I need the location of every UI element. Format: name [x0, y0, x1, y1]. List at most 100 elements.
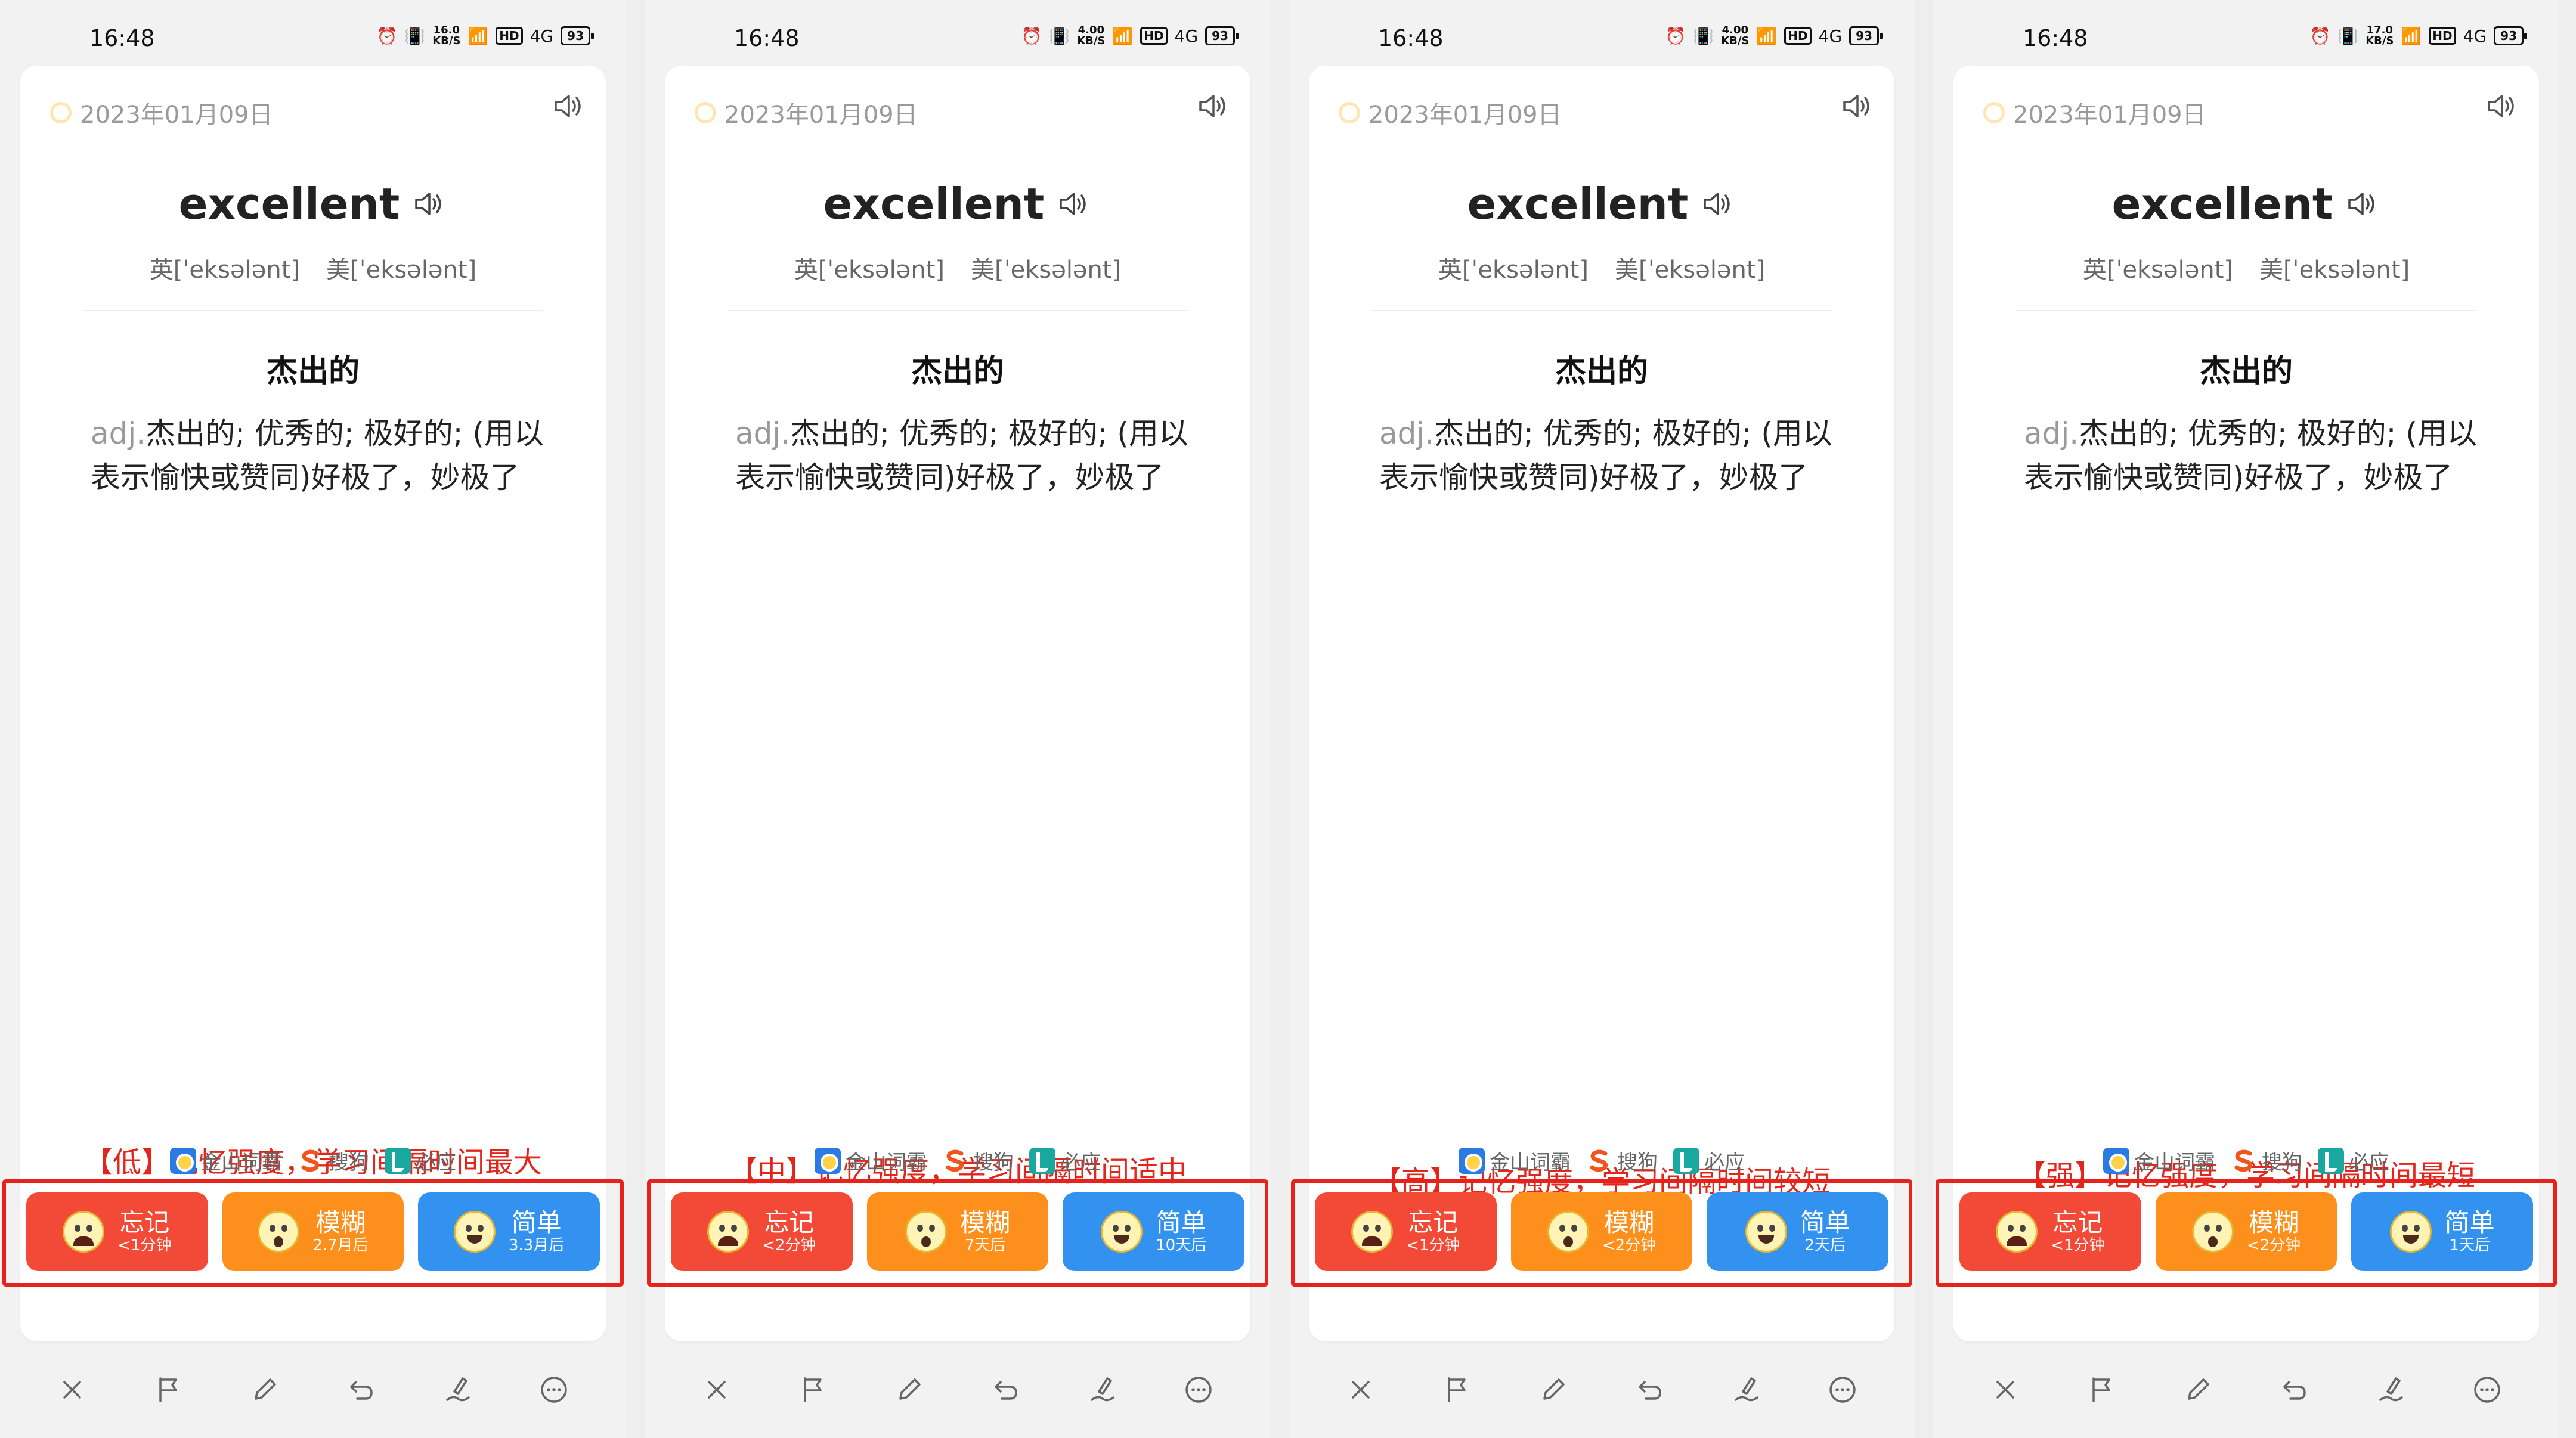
- part-of-speech: adj.: [2024, 416, 2079, 451]
- source-sogou[interactable]: 搜狗: [1586, 1146, 1658, 1175]
- definition: adj.杰出的; 优秀的; 极好的; (用以表示愉快或赞同)好极了，妙极了: [735, 411, 1191, 500]
- close-button[interactable]: [1340, 1369, 1382, 1411]
- smile-face-icon: [2389, 1211, 2432, 1253]
- edit-button[interactable]: [1532, 1369, 1574, 1411]
- forget-button[interactable]: 忘记 <1分钟: [1959, 1192, 2141, 1271]
- phonetic-us[interactable]: 美[ˈeksələnt]: [971, 250, 1121, 285]
- sad-face-icon: [63, 1211, 105, 1253]
- edit-button[interactable]: [888, 1369, 930, 1411]
- speaker-icon[interactable]: [552, 92, 584, 120]
- handwrite-button[interactable]: [2370, 1369, 2411, 1411]
- sad-face-icon: [1996, 1211, 2038, 1253]
- fuzzy-button[interactable]: 模糊 2.7月后: [222, 1192, 404, 1271]
- definition: adj.杰出的; 优秀的; 极好的; (用以表示愉快或赞同)好极了，妙极了: [91, 411, 546, 500]
- speaker-icon[interactable]: [2485, 92, 2518, 120]
- undo-button[interactable]: [985, 1369, 1027, 1411]
- hd-badge: HD: [496, 27, 523, 45]
- close-button[interactable]: [1984, 1369, 2026, 1411]
- forget-button[interactable]: 忘记 <1分钟: [26, 1192, 208, 1271]
- battery-icon: 93: [561, 26, 594, 45]
- edit-button[interactable]: [2177, 1369, 2219, 1411]
- bottom-toolbar: [1933, 1357, 2559, 1422]
- more-button[interactable]: [533, 1369, 575, 1411]
- more-button[interactable]: [1822, 1369, 1863, 1411]
- source-jinshan[interactable]: 金山词霸: [170, 1146, 282, 1175]
- handwrite-icon: [1735, 1377, 1759, 1402]
- source-biying[interactable]: 必应: [385, 1146, 456, 1175]
- forget-button[interactable]: 忘记 <2分钟: [671, 1192, 853, 1271]
- fuzzy-button[interactable]: 模糊 7天后: [866, 1192, 1049, 1271]
- phonetic-uk[interactable]: 英[ˈeksələnt]: [2083, 250, 2233, 285]
- source-sogou[interactable]: 搜狗: [298, 1146, 369, 1175]
- close-button[interactable]: [51, 1369, 93, 1411]
- rating-buttons: 忘记 <1分钟 模糊 2.7月后 简单 3.3月后: [26, 1192, 600, 1271]
- undo-button[interactable]: [1629, 1369, 1671, 1411]
- definition: adj.杰出的; 优秀的; 极好的; (用以表示愉快或赞同)好极了，妙极了: [2024, 411, 2479, 500]
- word-speaker-icon[interactable]: [2346, 190, 2380, 218]
- easy-button[interactable]: 简单 1天后: [2351, 1192, 2534, 1271]
- flag-button[interactable]: [147, 1369, 189, 1411]
- flag-button[interactable]: [1436, 1369, 1478, 1411]
- fuzzy-label: 模糊: [315, 1207, 366, 1237]
- jinshan-logo-icon: [815, 1147, 841, 1174]
- easy-button[interactable]: 简单 2天后: [1707, 1192, 1889, 1271]
- source-biying[interactable]: 必应: [1029, 1146, 1101, 1175]
- easy-button[interactable]: 简单 10天后: [1063, 1192, 1245, 1271]
- edit-button[interactable]: [244, 1369, 286, 1411]
- undo-button[interactable]: [2274, 1369, 2315, 1411]
- dictionary-sources: 金山词霸 搜狗 必应: [0, 1146, 626, 1175]
- word-speaker-icon[interactable]: [413, 190, 447, 218]
- easy-button[interactable]: 简单 3.3月后: [418, 1192, 600, 1271]
- flag-icon: [804, 1377, 822, 1402]
- net-speed: 4.00 KB/S: [1721, 24, 1750, 47]
- source-sogou[interactable]: 搜狗: [942, 1146, 1014, 1175]
- undo-button[interactable]: [340, 1369, 382, 1411]
- easy-label: 简单: [2444, 1207, 2495, 1237]
- source-jinshan[interactable]: 金山词霸: [2103, 1146, 2215, 1175]
- handwrite-button[interactable]: [1725, 1369, 1767, 1411]
- dictionary-sources: 金山词霸 搜狗 必应: [1933, 1146, 2559, 1175]
- close-button[interactable]: [696, 1369, 738, 1411]
- phonetic-uk[interactable]: 英[ˈeksələnt]: [1438, 250, 1589, 285]
- forget-button[interactable]: 忘记 <1分钟: [1315, 1192, 1497, 1271]
- handwrite-button[interactable]: [436, 1369, 478, 1411]
- forget-label: 忘记: [764, 1207, 815, 1237]
- more-button[interactable]: [1178, 1369, 1219, 1411]
- phonetic-us[interactable]: 美[ˈeksələnt]: [326, 250, 476, 285]
- definition: adj.杰出的; 优秀的; 极好的; (用以表示愉快或赞同)好极了，妙极了: [1379, 411, 1835, 500]
- close-icon: [708, 1381, 726, 1399]
- flag-button[interactable]: [2080, 1369, 2122, 1411]
- sad-face-icon: [707, 1211, 750, 1253]
- handwrite-icon: [446, 1377, 470, 1402]
- phonetic-us[interactable]: 美[ˈeksələnt]: [2259, 250, 2410, 285]
- easy-interval: 1天后: [2449, 1236, 2490, 1255]
- phonetic-uk[interactable]: 英[ˈeksələnt]: [150, 250, 300, 285]
- source-jinshan[interactable]: 金山词霸: [815, 1146, 927, 1175]
- flag-button[interactable]: [792, 1369, 834, 1411]
- sun-icon: [50, 102, 72, 123]
- undo-icon: [995, 1381, 1017, 1400]
- source-biying[interactable]: 必应: [1673, 1146, 1745, 1175]
- handwrite-button[interactable]: [1081, 1369, 1123, 1411]
- source-biying[interactable]: 必应: [2318, 1146, 2389, 1175]
- source-sogou[interactable]: 搜狗: [2231, 1146, 2302, 1175]
- source-jinshan[interactable]: 金山词霸: [1459, 1146, 1571, 1175]
- signal-icon: 4G: [1818, 26, 1843, 46]
- system-icons: ⏰ 📳 4.00 KB/S 📶 HD 4G 93: [1021, 25, 1239, 47]
- sad-face-icon: [1351, 1211, 1394, 1253]
- sun-icon: [1983, 102, 2005, 123]
- more-button[interactable]: [2466, 1369, 2508, 1411]
- phonetic-row: 英[ˈeksələnt] 美[ˈeksələnt]: [665, 250, 1250, 285]
- bottom-toolbar: [1289, 1357, 1915, 1422]
- speaker-icon[interactable]: [1841, 92, 1873, 120]
- word-speaker-icon[interactable]: [1057, 190, 1092, 218]
- sun-icon: [695, 102, 716, 123]
- fuzzy-button[interactable]: 模糊 <2分钟: [1510, 1192, 1693, 1271]
- system-icons: ⏰ 📳 4.00 KB/S 📶 HD 4G 93: [1665, 24, 1883, 47]
- phonetic-uk[interactable]: 英[ˈeksələnt]: [794, 250, 945, 285]
- fuzzy-button[interactable]: 模糊 <2分钟: [2155, 1192, 2337, 1271]
- word-speaker-icon[interactable]: [1701, 190, 1736, 218]
- smile-face-icon: [1745, 1211, 1787, 1253]
- speaker-icon[interactable]: [1197, 92, 1229, 120]
- phonetic-us[interactable]: 美[ˈeksələnt]: [1615, 250, 1765, 285]
